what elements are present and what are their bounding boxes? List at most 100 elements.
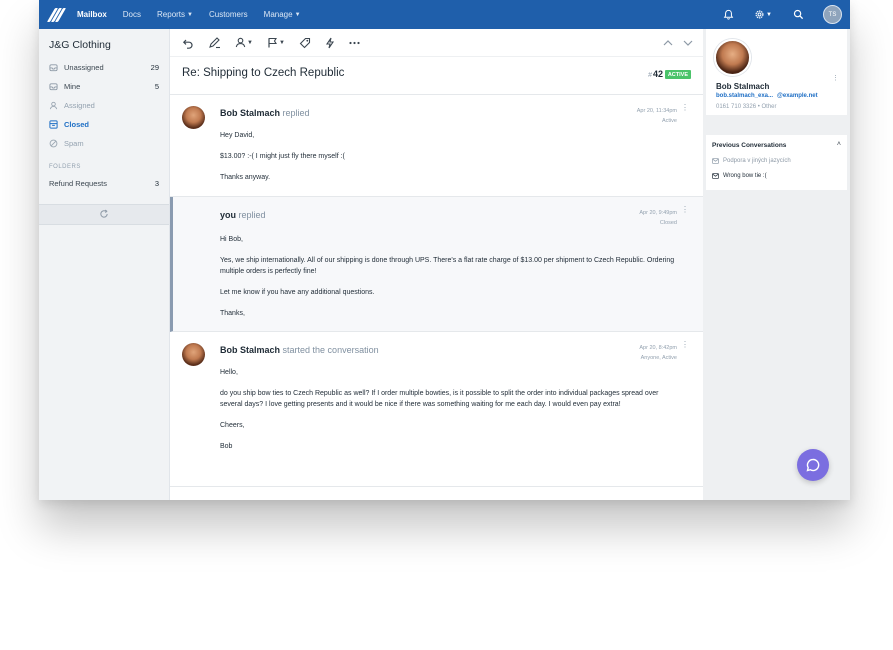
- assign-icon[interactable]: ▼: [235, 36, 253, 50]
- thread-date: Apr 20, 9:49pm: [639, 210, 677, 216]
- sidebar-item-unassigned[interactable]: Unassigned 29: [49, 60, 159, 74]
- customer-sidebar: ⋮ Bob Stalmach bob.stalmach_exa... @examp…: [703, 29, 850, 500]
- undo-icon[interactable]: [182, 36, 194, 50]
- nav-reports[interactable]: Reports ▼: [157, 10, 193, 19]
- conversation-number-value: 42: [652, 69, 663, 79]
- customer-email[interactable]: bob.stalmach_exa... @example.net: [716, 93, 818, 99]
- folder-item-refund-requests[interactable]: Refund Requests 3: [49, 176, 159, 190]
- sidebar-item-assigned[interactable]: Assigned: [49, 98, 159, 112]
- conversation-toolbar: ▼ ▼: [170, 29, 703, 57]
- sidebar-item-spam[interactable]: Spam: [49, 136, 159, 150]
- conversation-view: ▼ ▼ Re: Shipping to Czech Republic #42 A…: [170, 29, 703, 500]
- tag-icon[interactable]: [299, 36, 311, 50]
- nav-reports-label: Reports: [157, 10, 186, 19]
- refresh-icon[interactable]: [99, 206, 109, 224]
- customer-name[interactable]: Bob Stalmach: [716, 82, 769, 91]
- thread-action: replied: [282, 108, 310, 118]
- avatar: [182, 106, 205, 129]
- thread-status: Closed: [659, 220, 677, 226]
- nav-docs-label: Docs: [122, 10, 142, 19]
- sidebar-item-label: Closed: [64, 119, 90, 129]
- nav-customers[interactable]: Customers: [209, 10, 248, 19]
- thread-paragraph: Hey David,: [220, 132, 255, 139]
- sidebar-item-label: Assigned: [64, 100, 95, 110]
- thread-paragraph: Cheers,: [220, 422, 245, 429]
- chevron-up-icon[interactable]: ˄: [837, 141, 841, 148]
- customer-phone: 0161 710 3326 • Other: [716, 104, 777, 110]
- author-name: you: [220, 210, 237, 220]
- previous-conversation-item[interactable]: Wrong bow tie :(: [712, 173, 767, 179]
- kebab-menu-icon[interactable]: ⋮: [681, 104, 689, 112]
- thread-author: you replied: [220, 210, 266, 220]
- phone-separator: •: [757, 104, 760, 110]
- author-name: Bob Stalmach: [220, 108, 281, 118]
- folder-count: 3: [154, 178, 159, 188]
- flag-icon[interactable]: ▼: [267, 36, 285, 50]
- chat-bubble-icon[interactable]: [797, 449, 829, 481]
- phone-number: 0161 710 3326: [716, 104, 757, 110]
- bell-icon[interactable]: [721, 8, 735, 22]
- search-icon[interactable]: [791, 8, 805, 22]
- gear-icon[interactable]: ▼: [753, 8, 773, 22]
- sidebar-item-label: Unassigned: [64, 62, 104, 72]
- status-badge[interactable]: ACTIVE: [664, 70, 691, 79]
- sidebar-item-mine[interactable]: Mine 5: [49, 79, 159, 93]
- avatar[interactable]: [714, 39, 751, 76]
- phone-type: Other: [761, 104, 777, 110]
- unassigned-icon: [49, 63, 58, 72]
- user-initials: TS: [828, 11, 837, 18]
- app-window: Mailbox Docs Reports ▼ Customers Manage ▼ …: [39, 0, 850, 500]
- previous-conversation-item[interactable]: Podpora v jiných jazycích: [712, 158, 791, 164]
- conversation-number: #42: [648, 69, 663, 79]
- chevron-up-icon[interactable]: [663, 36, 673, 50]
- more-icon[interactable]: [349, 36, 360, 50]
- kebab-menu-icon[interactable]: ⋮: [681, 206, 689, 214]
- previous-conversations-title[interactable]: Previous Conversations: [712, 142, 786, 149]
- nav-mailbox[interactable]: Mailbox: [77, 10, 107, 19]
- thread-paragraph: Hello,: [220, 369, 238, 376]
- author-name: Bob Stalmach: [220, 345, 281, 355]
- thread-item: you replied Apr 20, 9:49pm Closed ⋮ Hi B…: [170, 197, 703, 332]
- helpscout-logo-icon[interactable]: [46, 7, 67, 22]
- mailbox-sidebar: J&G Clothing Unassigned 29 Mine 5 Assign…: [39, 29, 170, 500]
- subject-bar: Re: Shipping to Czech Republic #42 ACTIV…: [170, 57, 703, 95]
- previous-conversation-label: Wrong bow tie :(: [723, 173, 767, 179]
- thread-author: Bob Stalmach started the conversation: [220, 345, 379, 355]
- avatar: [182, 343, 205, 366]
- workflow-icon[interactable]: [325, 36, 335, 50]
- thread-date: Apr 20, 8:42pm: [639, 345, 677, 351]
- thread-paragraph: Yes, we ship internationally. All of our…: [220, 257, 675, 275]
- edit-icon[interactable]: [208, 36, 221, 50]
- chevron-down-icon: ▼: [278, 39, 285, 46]
- sidebar-item-label: Spam: [64, 138, 84, 148]
- thread-paragraph: Let me know if you have any additional q…: [220, 289, 375, 296]
- chevron-down-icon[interactable]: [683, 36, 693, 50]
- chevron-down-icon: ▼: [247, 39, 253, 46]
- chevron-down-icon: ▼: [766, 11, 772, 18]
- envelope-icon: [712, 158, 719, 164]
- conversation-subject[interactable]: Re: Shipping to Czech Republic: [182, 67, 344, 79]
- spam-icon: [49, 139, 58, 148]
- thread-paragraph: $13.00? :-( I might just fly there mysel…: [220, 153, 345, 160]
- thread-status: Active: [662, 118, 677, 124]
- previous-conversation-label: Podpora v jiných jazycích: [723, 158, 791, 164]
- folder-label: Refund Requests: [49, 178, 107, 188]
- mailbox-title[interactable]: J&G Clothing: [49, 39, 111, 51]
- assigned-icon: [49, 101, 58, 110]
- nav-docs[interactable]: Docs: [123, 10, 141, 19]
- thread-paragraph: do you ship bow ties to Czech Republic a…: [220, 390, 659, 408]
- top-navigation: Mailbox Docs Reports ▼ Customers Manage ▼ …: [39, 0, 850, 29]
- sidebar-item-closed[interactable]: Closed: [49, 117, 159, 131]
- mine-icon: [49, 82, 58, 91]
- kebab-menu-icon[interactable]: ⋮: [832, 74, 839, 82]
- thread-action: started the conversation: [282, 345, 379, 355]
- user-avatar[interactable]: TS: [823, 5, 842, 24]
- folders-heading: FOLDERS: [49, 164, 81, 170]
- thread-author: Bob Stalmach replied: [220, 108, 310, 118]
- envelope-icon: [712, 173, 719, 179]
- chevron-down-icon: ▼: [294, 11, 301, 18]
- previous-conversations-card: Previous Conversations ˄ Podpora v jinýc…: [706, 135, 847, 190]
- kebab-menu-icon[interactable]: ⋮: [681, 341, 689, 349]
- nav-manage[interactable]: Manage ▼: [264, 10, 301, 19]
- nav-mailbox-label: Mailbox: [77, 10, 107, 19]
